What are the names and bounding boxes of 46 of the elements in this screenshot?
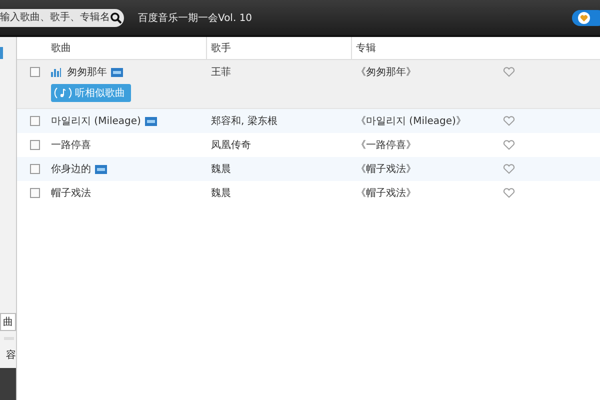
sidebar-button[interactable]: 曲 <box>0 313 16 331</box>
artist-name: 郑容和, 梁东根 <box>210 114 278 128</box>
sidebar-label: 容 <box>6 348 16 362</box>
sidebar-footer <box>0 368 16 400</box>
artist-name: 魏晨 <box>210 187 232 200</box>
song-row[interactable]: 一路停喜 凤凰传奇 《一路停喜》 <box>17 133 600 157</box>
song-title: 匆匆那年 <box>67 66 107 79</box>
search-field[interactable]: 输入歌曲、歌手、专辑名 <box>0 8 124 26</box>
checkbox[interactable] <box>30 188 40 198</box>
column-header[interactable]: 歌手 <box>206 37 351 59</box>
album-name: 《마일리지 (Mileage)》 <box>355 115 467 128</box>
checkbox[interactable] <box>30 116 40 126</box>
heart-icon[interactable] <box>503 67 515 77</box>
checkbox[interactable] <box>30 67 40 77</box>
heart-icon[interactable] <box>503 140 515 150</box>
song-row[interactable]: 匆匆那年 王菲 《匆匆那年》 听相似歌曲 <box>17 60 600 109</box>
song-title: 一路停喜 <box>51 138 91 152</box>
heart-icon[interactable] <box>503 164 515 174</box>
artist-name: 魏晨 <box>210 163 232 176</box>
favorite-button[interactable] <box>572 10 600 26</box>
song-row[interactable]: 你身边的 魏晨 《帽子戏法》 <box>17 157 600 181</box>
column-header[interactable]: 歌曲 <box>51 37 206 59</box>
heart-icon[interactable] <box>503 188 515 198</box>
sidebar-selection-marker <box>0 47 3 59</box>
artist-name: 凤凰传奇 <box>210 139 252 152</box>
song-row[interactable]: 帽子戏法 魏晨 《帽子戏法》 <box>17 181 600 205</box>
song-title: 帽子戏法 <box>51 186 91 200</box>
song-title: 你身边的 <box>51 162 91 176</box>
mv-icon[interactable] <box>95 164 107 174</box>
album-name: 《帽子戏法》 <box>355 162 417 176</box>
playlist-title: 百度音乐一期一会Vol. 10 <box>138 12 252 24</box>
album-name: 《一路停喜》 <box>355 138 417 152</box>
checkbox[interactable] <box>30 164 40 174</box>
checkbox[interactable] <box>30 140 40 150</box>
album-name: 《匆匆那年》 <box>355 66 417 79</box>
artist-name: 王菲 <box>210 66 232 79</box>
mv-icon[interactable] <box>144 116 157 126</box>
heart-icon <box>578 12 590 24</box>
mv-icon[interactable] <box>111 68 123 76</box>
song-title: 마일리지 (Mileage) <box>51 115 141 128</box>
music-note-icon <box>54 87 72 99</box>
heart-icon[interactable] <box>503 116 515 126</box>
song-row[interactable]: 마일리지 (Mileage) 郑容和, 梁东根 《마일리지 (Mileage)》 <box>17 109 600 133</box>
search-icon[interactable] <box>110 12 122 24</box>
column-header[interactable]: 专辑 <box>351 37 501 59</box>
album-name: 《帽子戏法》 <box>355 186 417 200</box>
